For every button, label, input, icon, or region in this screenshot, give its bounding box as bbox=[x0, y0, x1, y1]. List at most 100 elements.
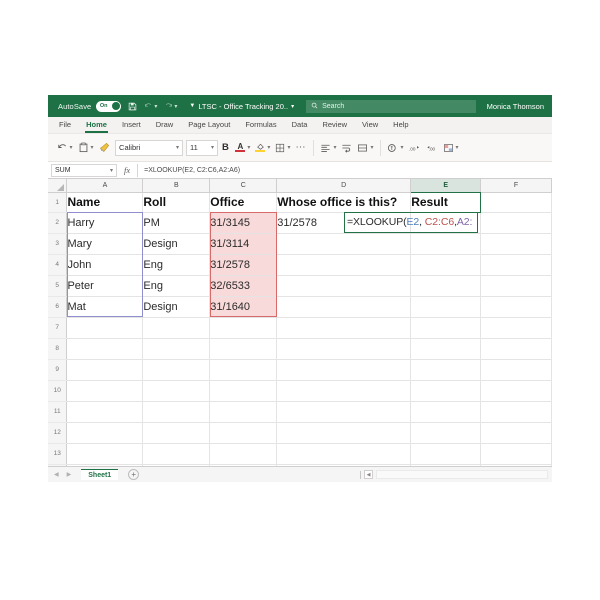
horizontal-scrollbar[interactable] bbox=[376, 470, 548, 479]
cell-d5[interactable] bbox=[276, 275, 412, 297]
cell-c7[interactable] bbox=[209, 317, 278, 339]
merge-cells-button[interactable]: ▾ bbox=[355, 138, 376, 158]
cell-d6[interactable] bbox=[276, 296, 412, 318]
column-header-d[interactable]: D bbox=[276, 179, 412, 193]
undo-chevron-down-icon[interactable]: ▾ bbox=[154, 103, 157, 110]
cell-d13[interactable] bbox=[276, 443, 412, 465]
cell-a13[interactable] bbox=[66, 443, 144, 465]
font-color-button[interactable]: A ▾ bbox=[233, 138, 253, 158]
cell-d14[interactable] bbox=[276, 464, 412, 466]
cell-b14[interactable] bbox=[142, 464, 211, 466]
redo-chevron-down-icon[interactable]: ▾ bbox=[174, 103, 177, 110]
cell-a4[interactable]: John bbox=[66, 254, 144, 276]
cell-e13[interactable] bbox=[410, 443, 482, 465]
cell-c5[interactable]: 32/6533 bbox=[209, 275, 278, 297]
cell-b9[interactable] bbox=[142, 359, 211, 381]
cell-c10[interactable] bbox=[209, 380, 278, 402]
cell-d7[interactable] bbox=[276, 317, 412, 339]
cell-a11[interactable] bbox=[66, 401, 144, 423]
merge-chevron-down-icon[interactable]: ▾ bbox=[370, 144, 373, 151]
tab-insert[interactable]: Insert bbox=[121, 118, 142, 132]
add-sheet-button[interactable]: + bbox=[128, 469, 140, 480]
redo-icon[interactable] bbox=[164, 102, 173, 111]
cell-f8[interactable] bbox=[480, 338, 552, 360]
cell-b13[interactable] bbox=[142, 443, 211, 465]
nav-previous-icon[interactable]: ◀ bbox=[52, 471, 61, 478]
cell-b7[interactable] bbox=[142, 317, 211, 339]
cell-c6[interactable]: 31/1640 bbox=[209, 296, 278, 318]
cell-d11[interactable] bbox=[276, 401, 412, 423]
cell-c3[interactable]: 31/3114 bbox=[209, 233, 278, 255]
borders-chevron-down-icon[interactable]: ▾ bbox=[287, 144, 290, 151]
wrap-text-button[interactable] bbox=[339, 138, 355, 158]
cell-f7[interactable] bbox=[480, 317, 552, 339]
row-header-8[interactable]: 8 bbox=[48, 338, 68, 360]
cell-c8[interactable] bbox=[209, 338, 278, 360]
align-chevron-down-icon[interactable]: ▾ bbox=[333, 144, 336, 151]
cell-e7[interactable] bbox=[410, 317, 482, 339]
cell-a14[interactable] bbox=[66, 464, 144, 466]
tab-view[interactable]: View bbox=[361, 118, 379, 132]
cell-b12[interactable] bbox=[142, 422, 211, 444]
undo-button[interactable]: ▾ bbox=[54, 138, 75, 158]
cell-f4[interactable] bbox=[480, 254, 552, 276]
cell-a7[interactable] bbox=[66, 317, 144, 339]
name-box[interactable]: SUM ▾ bbox=[51, 163, 117, 177]
cell-f3[interactable] bbox=[480, 233, 552, 255]
document-chevron-down-icon[interactable]: ▾ bbox=[291, 103, 294, 110]
row-header-14[interactable]: 14 bbox=[48, 464, 68, 466]
cell-f5[interactable] bbox=[480, 275, 552, 297]
decrease-decimal-button[interactable]: .00 bbox=[423, 138, 440, 158]
borders-button[interactable]: ▾ bbox=[273, 138, 293, 158]
cell-e1[interactable]: Result bbox=[410, 192, 482, 213]
font-color-chevron-down-icon[interactable]: ▾ bbox=[247, 144, 250, 151]
cell-f14[interactable] bbox=[480, 464, 552, 466]
cell-b6[interactable]: Design bbox=[142, 296, 211, 318]
more-options-icon[interactable]: ⋯ bbox=[293, 138, 309, 158]
row-header-5[interactable]: 5 bbox=[48, 275, 68, 297]
cell-b3[interactable]: Design bbox=[142, 233, 211, 255]
insert-function-icon[interactable]: fx bbox=[117, 165, 137, 175]
cell-f2[interactable] bbox=[480, 212, 552, 234]
cell-editor-text[interactable]: =XLOOKUP(E2, C2:C6,A2: bbox=[347, 216, 472, 228]
undo-icon[interactable] bbox=[144, 102, 153, 111]
cell-a3[interactable]: Mary bbox=[66, 233, 144, 255]
align-left-button[interactable]: ▾ bbox=[318, 138, 339, 158]
paste-button[interactable]: ▾ bbox=[75, 138, 96, 158]
cell-b8[interactable] bbox=[142, 338, 211, 360]
sheet-tab-sheet1[interactable]: Sheet1 bbox=[81, 469, 119, 480]
cell-c1[interactable]: Office bbox=[209, 192, 278, 213]
cell-f13[interactable] bbox=[480, 443, 552, 465]
row-header-2[interactable]: 2 bbox=[48, 212, 68, 234]
cell-d10[interactable] bbox=[276, 380, 412, 402]
font-name-select[interactable]: Calibri ▾ bbox=[115, 139, 184, 156]
row-header-3[interactable]: 3 bbox=[48, 233, 68, 255]
save-icon[interactable] bbox=[128, 102, 137, 111]
cell-b11[interactable] bbox=[142, 401, 211, 423]
document-title-group[interactable]: ▼ LTSC - Office Tracking 20.. ▾ bbox=[189, 102, 294, 111]
cell-c11[interactable] bbox=[209, 401, 278, 423]
number-format-chevron-down-icon[interactable]: ▾ bbox=[400, 144, 403, 151]
cell-c13[interactable] bbox=[209, 443, 278, 465]
cell-b1[interactable]: Roll bbox=[142, 192, 211, 213]
font-size-select[interactable]: 11 ▾ bbox=[186, 139, 219, 156]
fill-color-chevron-down-icon[interactable]: ▾ bbox=[267, 144, 270, 151]
column-header-e[interactable]: E bbox=[410, 179, 482, 193]
cell-f1[interactable] bbox=[480, 192, 552, 213]
tab-data[interactable]: Data bbox=[291, 118, 309, 132]
cell-e14[interactable] bbox=[410, 464, 482, 466]
cell-c4[interactable]: 31/2578 bbox=[209, 254, 278, 276]
search-input[interactable]: Search bbox=[306, 99, 477, 113]
cell-b2[interactable]: PM bbox=[142, 212, 211, 234]
paste-chevron-down-icon[interactable]: ▾ bbox=[91, 144, 94, 151]
bold-button[interactable]: B bbox=[218, 138, 233, 158]
column-header-f[interactable]: F bbox=[480, 179, 552, 193]
tab-formulas[interactable]: Formulas bbox=[244, 118, 277, 132]
cell-e9[interactable] bbox=[410, 359, 482, 381]
number-format-button[interactable]: ▾ bbox=[385, 138, 406, 158]
row-header-4[interactable]: 4 bbox=[48, 254, 68, 276]
row-header-10[interactable]: 10 bbox=[48, 380, 68, 402]
cell-a8[interactable] bbox=[66, 338, 144, 360]
scroll-left-icon[interactable]: ◀ bbox=[364, 470, 373, 479]
cell-a1[interactable]: Name bbox=[66, 192, 144, 213]
